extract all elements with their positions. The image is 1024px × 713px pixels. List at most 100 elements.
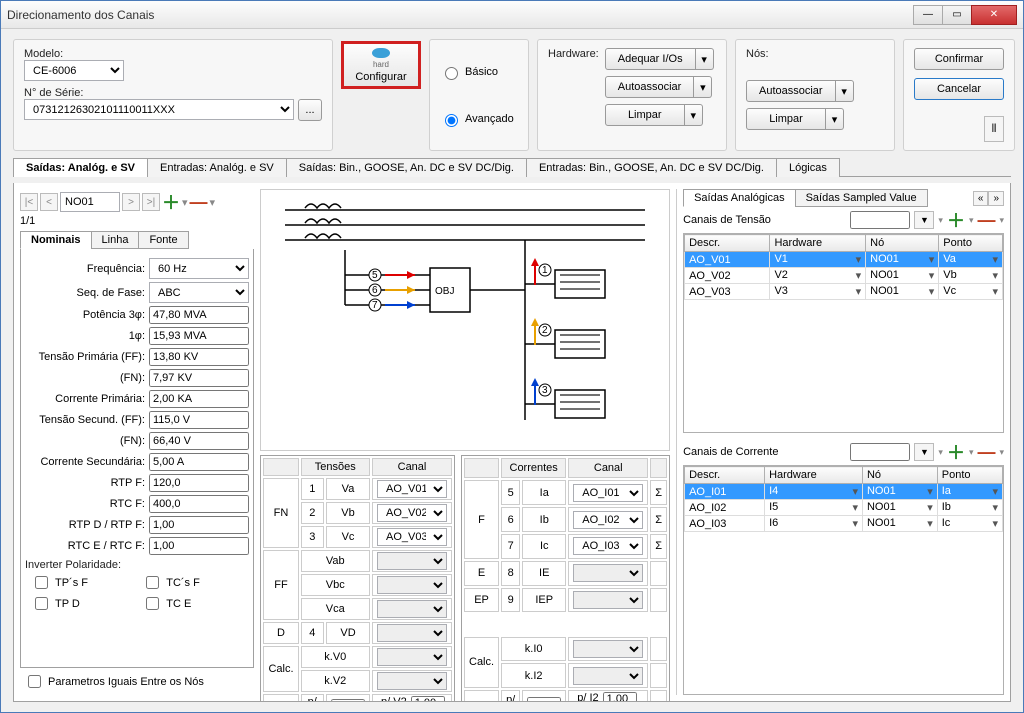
filter-icon[interactable] (914, 211, 934, 229)
modelo-label: Modelo: (24, 48, 322, 60)
rtce-input[interactable] (149, 537, 249, 555)
rtpf-input[interactable] (149, 474, 249, 492)
pot1-input[interactable] (149, 327, 249, 345)
configurar-button[interactable]: hard Configurar (341, 41, 421, 89)
close-button[interactable]: ✕ (971, 5, 1017, 25)
nos-autoassociar-button[interactable]: Autoassociar (746, 80, 836, 102)
tcsf-check[interactable]: TC´s F (142, 573, 243, 592)
nav-prev[interactable]: < (40, 193, 58, 211)
filter-icon[interactable] (914, 443, 934, 461)
nos-limpar-button[interactable]: Limpar (746, 108, 826, 130)
rtcf-input[interactable] (149, 495, 249, 513)
serie-select[interactable]: 07312126302101110011XXX (24, 99, 294, 120)
tensoes-table: TensõesCanal FN1VaAO_V01 2VbAO_V02 3VcAO… (260, 455, 455, 702)
cs-input[interactable] (149, 453, 249, 471)
tsfn-input[interactable] (149, 432, 249, 450)
rtab-sv[interactable]: Saídas Sampled Value (795, 189, 928, 207)
tab-entradas-bin[interactable]: Entradas: Bin., GOOSE, An. DC e SV DC/Di… (526, 158, 777, 177)
hw-limpar-button[interactable]: Limpar (605, 104, 685, 126)
ib-canal[interactable]: AO_I02 (573, 511, 643, 529)
hw-autoassociar-button[interactable]: Autoassociar (605, 76, 695, 98)
scroll-left[interactable]: « (973, 191, 989, 206)
avancado-radio[interactable]: Avançado (440, 111, 518, 127)
tab-saidas-bin[interactable]: Saídas: Bin., GOOSE, An. DC e SV DC/Dig. (286, 158, 527, 177)
titlebar: Direcionamento dos Canais — ▭ ✕ (1, 1, 1023, 29)
window-title: Direcionamento dos Canais (7, 8, 914, 22)
maximize-button[interactable]: ▭ (942, 5, 972, 25)
ic-canal[interactable]: AO_I03 (573, 537, 643, 555)
hardware-label: Hardware: (548, 48, 599, 60)
node-counter: 1/1 (20, 215, 254, 227)
corrente-filter-input[interactable] (850, 443, 910, 461)
serie-label: N° de Série: (24, 87, 322, 99)
hardware-icon (372, 48, 390, 58)
expand-icon[interactable]: ⫴ (984, 116, 1004, 142)
table-row[interactable]: AO_I01I4▾NO01▾Ia▾ (685, 484, 1003, 500)
cancelar-button[interactable]: Cancelar (914, 78, 1004, 100)
main-tabs: Saídas: Analóg. e SV Entradas: Analóg. e… (13, 157, 1011, 177)
serie-browse-button[interactable]: ... (298, 99, 322, 121)
tensao-filter-input[interactable] (850, 211, 910, 229)
tpd-check[interactable]: TP D (31, 594, 132, 613)
subtab-fonte[interactable]: Fonte (138, 231, 188, 249)
table-row[interactable]: AO_V03V3▾NO01▾Vc▾ (685, 284, 1003, 300)
svg-text:5: 5 (372, 270, 378, 281)
nos-label: Nós: (746, 48, 884, 60)
vc-canal[interactable]: AO_V03 (377, 528, 447, 546)
confirmar-button[interactable]: Confirmar (914, 48, 1004, 70)
tpfn-input[interactable] (149, 369, 249, 387)
tsff-input[interactable] (149, 411, 249, 429)
tce-check[interactable]: TC E (142, 594, 243, 613)
tab-saidas-analog[interactable]: Saídas: Analóg. e SV (13, 158, 148, 177)
hw-limpar-drop[interactable]: ▾ (685, 104, 703, 126)
rtab-analog[interactable]: Saídas Analógicas (683, 189, 796, 207)
svg-text:6: 6 (372, 285, 378, 296)
rtpd-input[interactable] (149, 516, 249, 534)
table-row[interactable]: AO_V02V2▾NO01▾Vb▾ (685, 268, 1003, 284)
subtab-linha[interactable]: Linha (91, 231, 140, 249)
basico-radio[interactable]: Básico (440, 64, 518, 80)
params-iguais-check[interactable] (28, 675, 41, 688)
adequar-button[interactable]: Adequar I/Os (605, 48, 696, 70)
tensao-label: Canais de Tensão (683, 214, 771, 226)
tpff-input[interactable] (149, 348, 249, 366)
nav-next[interactable]: > (122, 193, 140, 211)
corrente-add[interactable]: ＋ (947, 439, 965, 465)
remove-node-button[interactable]: — (190, 192, 208, 213)
tab-entradas-analog[interactable]: Entradas: Analóg. e SV (147, 158, 287, 177)
tpsf-check[interactable]: TP´s F (31, 573, 132, 592)
nos-autoassociar-drop[interactable]: ▾ (836, 80, 854, 102)
ia-canal[interactable]: AO_I01 (573, 484, 643, 502)
va-canal[interactable]: AO_V01 (377, 480, 447, 498)
subtab-nominais[interactable]: Nominais (20, 231, 92, 249)
svg-text:OBJ: OBJ (435, 286, 454, 297)
freq-select[interactable]: 60 Hz (149, 258, 249, 279)
seq-select[interactable]: ABC (149, 282, 249, 303)
adequar-drop[interactable]: ▾ (696, 48, 714, 70)
svg-text:7: 7 (372, 300, 378, 311)
cp-input[interactable] (149, 390, 249, 408)
corrente-label: Canais de Corrente (683, 446, 778, 458)
tensao-add[interactable]: ＋ (947, 207, 965, 233)
hw-autoassociar-drop[interactable]: ▾ (694, 76, 712, 98)
vb-canal[interactable]: AO_V02 (377, 504, 447, 522)
svg-text:2: 2 (542, 325, 548, 336)
tab-logicas[interactable]: Lógicas (776, 158, 840, 177)
nos-limpar-drop[interactable]: ▾ (826, 108, 844, 130)
tensao-remove[interactable]: — (977, 210, 995, 231)
pot3-input[interactable] (149, 306, 249, 324)
table-row[interactable]: AO_V01V1▾NO01▾Va▾ (685, 252, 1003, 268)
add-node-button[interactable]: ＋ (162, 189, 180, 215)
nav-first[interactable]: |< (20, 193, 38, 211)
scroll-right[interactable]: » (988, 191, 1004, 206)
table-row[interactable]: AO_I02I5▾NO01▾Ib▾ (685, 500, 1003, 516)
tensao-table[interactable]: Descr.HardwareNóPonto AO_V01V1▾NO01▾Va▾A… (684, 234, 1003, 300)
node-field[interactable] (60, 192, 120, 212)
corrente-remove[interactable]: — (977, 442, 995, 463)
corrente-table[interactable]: Descr.HardwareNóPonto AO_I01I4▾NO01▾Ia▾A… (684, 466, 1003, 532)
modelo-select[interactable]: CE-6006 (24, 60, 124, 81)
wiring-diagram: OBJ 5 6 7 1 2 3 (260, 189, 670, 451)
nav-last[interactable]: >| (142, 193, 160, 211)
minimize-button[interactable]: — (913, 5, 943, 25)
table-row[interactable]: AO_I03I6▾NO01▾Ic▾ (685, 516, 1003, 532)
